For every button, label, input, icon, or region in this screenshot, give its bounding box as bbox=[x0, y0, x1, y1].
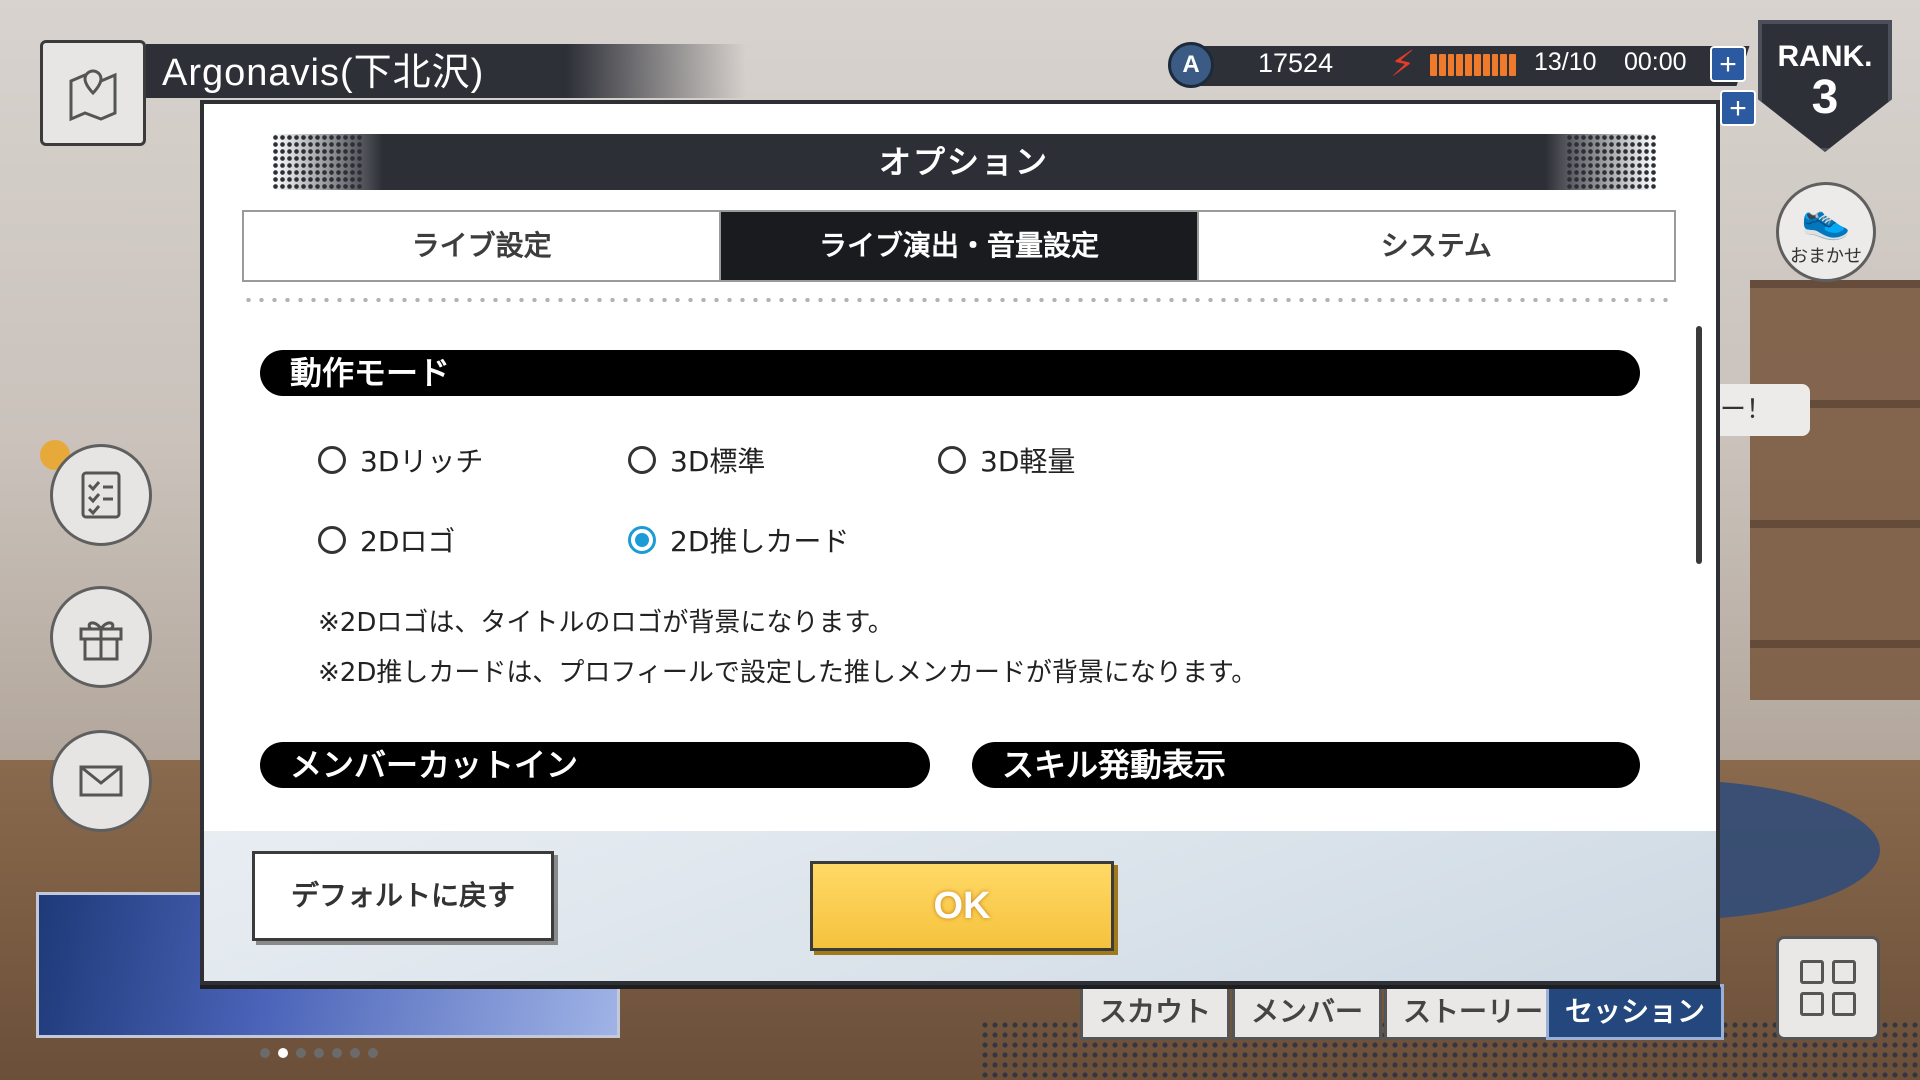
map-icon[interactable] bbox=[40, 40, 146, 146]
nav-story[interactable]: ストーリー bbox=[1384, 984, 1563, 1040]
stamina-timer: 00:00 bbox=[1624, 48, 1687, 76]
section-header-mode: 動作モード bbox=[260, 350, 1640, 396]
gem-count: 17524 bbox=[1258, 48, 1334, 78]
nav-member[interactable]: メンバー bbox=[1232, 984, 1383, 1040]
radio-label: 3D軽量 bbox=[980, 445, 1076, 478]
radio-label: 3Dリッチ bbox=[360, 445, 484, 478]
menu-button[interactable] bbox=[1776, 936, 1880, 1040]
divider bbox=[242, 298, 1676, 302]
radio-2d-logo[interactable]: 2Dロゴ bbox=[318, 520, 455, 560]
radio-3d-standard[interactable]: 3D標準 bbox=[628, 440, 765, 480]
mail-icon bbox=[79, 765, 123, 797]
radio-3d-light[interactable]: 3D軽量 bbox=[938, 440, 1075, 480]
nav-session[interactable]: セッション bbox=[1546, 984, 1725, 1040]
tab-live-settings[interactable]: ライブ設定 bbox=[244, 212, 722, 280]
mission-button[interactable] bbox=[50, 444, 152, 546]
tab-live-effects-volume[interactable]: ライブ演出・音量設定 bbox=[721, 212, 1199, 280]
scrollbar[interactable] bbox=[1696, 326, 1702, 564]
present-button[interactable] bbox=[50, 586, 152, 688]
radio-circle-selected bbox=[628, 526, 656, 554]
rank-label: RANK. bbox=[1777, 40, 1873, 73]
gift-icon bbox=[79, 621, 123, 661]
radio-circle bbox=[628, 446, 656, 474]
radio-circle bbox=[318, 446, 346, 474]
radio-label: 2Dロゴ bbox=[360, 525, 456, 558]
bolt-icon: ⚡ bbox=[1390, 44, 1416, 85]
stamina-gauge bbox=[1430, 54, 1516, 76]
mail-button[interactable] bbox=[50, 730, 152, 832]
radio-circle bbox=[938, 446, 966, 474]
tab-system[interactable]: システム bbox=[1198, 212, 1674, 280]
banner-pagination bbox=[260, 1048, 378, 1058]
options-modal: オプション ライブ設定 ライブ演出・音量設定 システム 動作モード 3Dリッチ … bbox=[200, 100, 1720, 985]
stamina-count: 13/10 bbox=[1534, 48, 1597, 76]
grid-icon bbox=[1800, 960, 1824, 984]
options-tabs: ライブ設定 ライブ演出・音量設定 システム bbox=[242, 210, 1676, 282]
add-stamina-button[interactable]: + bbox=[1710, 46, 1746, 82]
radio-label: 3D標準 bbox=[670, 445, 766, 478]
section-header-member-cutin: メンバーカットイン bbox=[260, 742, 930, 788]
note-2d-logo: ※2Dロゴは、タイトルのロゴが背景になります。 bbox=[318, 608, 894, 638]
modal-title-bar: オプション bbox=[272, 134, 1656, 190]
rank-value: 3 bbox=[1811, 71, 1839, 124]
radio-circle bbox=[318, 526, 346, 554]
omakase-button[interactable]: 👟 おまかせ bbox=[1776, 182, 1876, 282]
shoe-icon: 👟 bbox=[1801, 196, 1851, 242]
add-currency-button[interactable]: + bbox=[1720, 90, 1756, 126]
section-header-skill-display: スキル発動表示 bbox=[972, 742, 1640, 788]
speech-bubble: ー！ bbox=[1710, 384, 1810, 436]
ok-button[interactable]: OK bbox=[810, 861, 1114, 951]
checklist-icon bbox=[81, 471, 121, 519]
location-name: Argonavis(下北沢) bbox=[162, 52, 485, 94]
modal-footer: デフォルトに戻す OK bbox=[204, 831, 1716, 981]
omakase-label: おまかせ bbox=[1790, 246, 1862, 267]
nav-scout[interactable]: スカウト bbox=[1080, 984, 1231, 1040]
radio-label: 2D推しカード bbox=[670, 525, 850, 558]
modal-title: オプション bbox=[878, 143, 1049, 181]
radio-3d-rich[interactable]: 3Dリッチ bbox=[318, 440, 483, 480]
note-2d-oshi-card: ※2D推しカードは、プロフィールで設定した推しメンカードが背景になります。 bbox=[318, 658, 1258, 688]
radio-2d-oshi-card[interactable]: 2D推しカード bbox=[628, 520, 849, 560]
gem-icon: A bbox=[1168, 42, 1214, 88]
reset-default-button[interactable]: デフォルトに戻す bbox=[252, 851, 554, 941]
currency-bar: A 17524 ⚡ 13/10 00:00 bbox=[1168, 42, 1750, 88]
background-bookshelf bbox=[1750, 280, 1920, 700]
